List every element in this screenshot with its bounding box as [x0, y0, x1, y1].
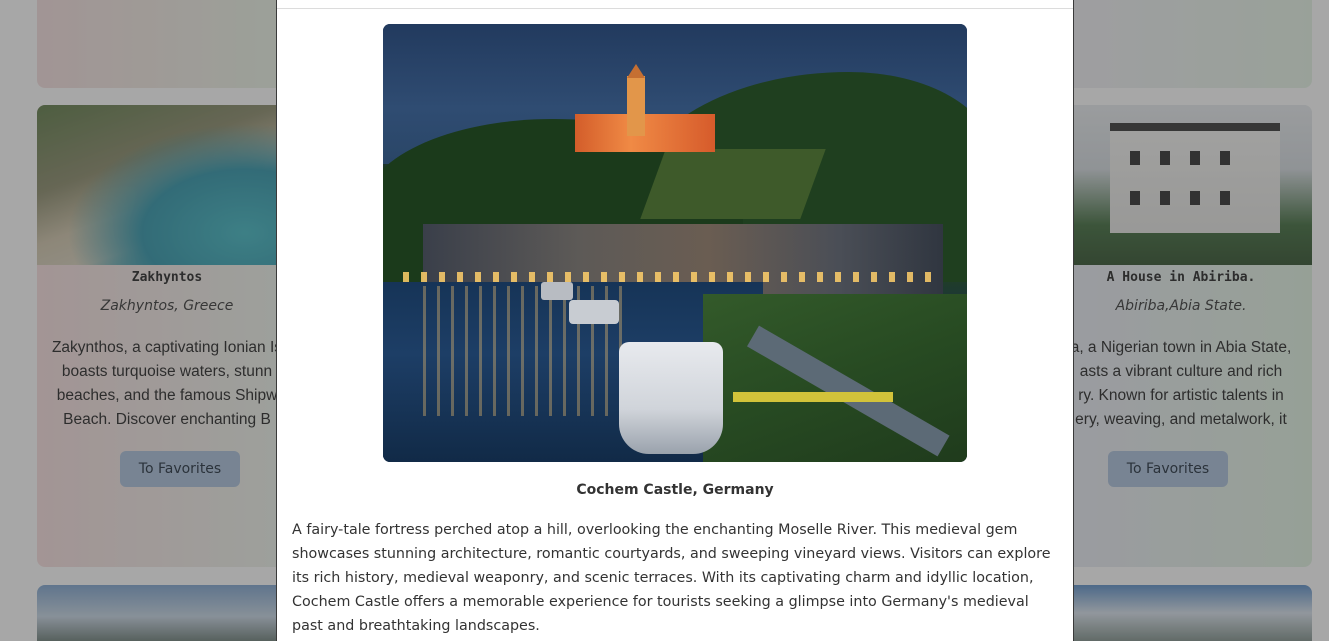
modal-destination-image — [383, 24, 967, 462]
modal-caption: Cochem Castle, Germany — [576, 482, 774, 498]
river-boat — [619, 342, 723, 454]
castle-illustration — [575, 64, 715, 152]
modal-header-divider — [277, 8, 1073, 9]
destination-modal: Cochem Castle, Germany A fairy-tale fort… — [276, 0, 1074, 641]
modal-description: A fairy-tale fortress perched atop a hil… — [292, 522, 1051, 634]
